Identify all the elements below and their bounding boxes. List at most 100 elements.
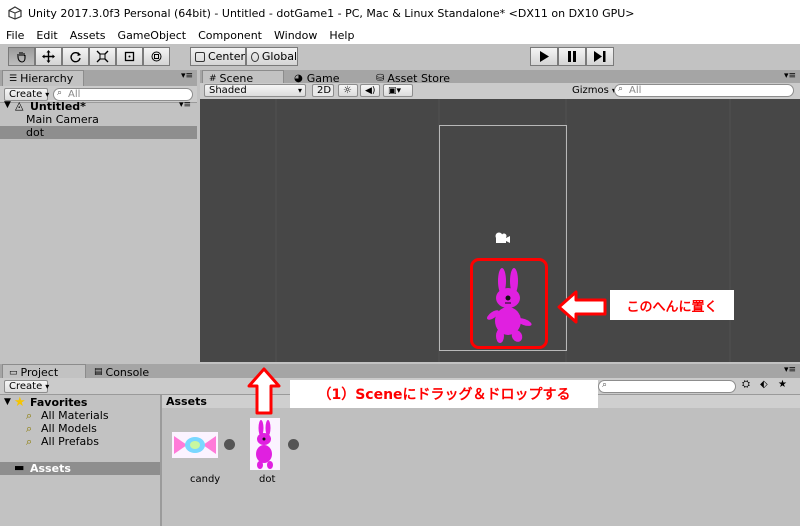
rect-tool-icon bbox=[124, 51, 135, 62]
project-search-input[interactable]: ⌕ bbox=[598, 380, 736, 393]
asset-candy-label[interactable]: candy bbox=[190, 474, 220, 485]
scene-lighting-button[interactable]: ☼ bbox=[338, 84, 358, 97]
sun-icon: ☼ bbox=[343, 85, 352, 96]
scene-view[interactable] bbox=[200, 99, 800, 362]
assets-folder-label: Assets bbox=[30, 462, 71, 475]
gizmos-label: Gizmos bbox=[572, 85, 609, 96]
mode-2d-label: 2D bbox=[317, 85, 332, 96]
menu-gameobject[interactable]: GameObject bbox=[118, 29, 187, 42]
rect-tool-button[interactable] bbox=[116, 47, 143, 66]
left-arrow-annotation-icon bbox=[557, 290, 607, 324]
rotate-tool-button[interactable] bbox=[62, 47, 89, 66]
asset-candy-thumbnail[interactable] bbox=[172, 432, 218, 458]
scene-menu-icon[interactable]: ▾≡ bbox=[179, 100, 191, 110]
hierarchy-tab-label: Hierarchy bbox=[20, 72, 74, 85]
unity-scene-icon: ◬ bbox=[15, 99, 24, 112]
up-arrow-annotation-icon bbox=[247, 367, 281, 415]
filter-type-icon[interactable]: ⛭ bbox=[742, 379, 750, 390]
expand-asset-icon[interactable] bbox=[288, 439, 299, 450]
console-icon: ▤ bbox=[94, 367, 103, 377]
tab-hierarchy[interactable]: ☰ Hierarchy bbox=[2, 70, 84, 86]
assets-header: Assets bbox=[166, 395, 207, 408]
rotate-icon bbox=[70, 52, 81, 63]
menu-window[interactable]: Window bbox=[274, 29, 317, 42]
game-tab-icon: ◕ bbox=[294, 72, 303, 84]
scene-root-row[interactable]: ▼ ◬ Untitled* ▾≡ bbox=[0, 99, 197, 113]
menu-edit[interactable]: Edit bbox=[36, 29, 57, 42]
scene-tab-icon: # bbox=[209, 73, 217, 84]
scene-panel-menu-icon[interactable]: ▾≡ bbox=[784, 71, 796, 81]
center-icon bbox=[195, 51, 205, 62]
gizmos-dropdown[interactable]: Gizmos▾ bbox=[568, 84, 616, 97]
search-filter-icon: ⌕ bbox=[26, 435, 33, 448]
hand-icon bbox=[17, 52, 26, 63]
scale-icon bbox=[96, 50, 109, 63]
step-button[interactable] bbox=[586, 47, 614, 66]
favorites-star-icon: ★ bbox=[14, 395, 26, 410]
project-create-dropdown[interactable]: Create ▾ bbox=[4, 380, 50, 393]
console-tab-label: Console bbox=[105, 365, 150, 379]
pause-icon bbox=[568, 51, 576, 62]
image-icon: ▣▾ bbox=[388, 85, 402, 96]
shading-label: Shaded bbox=[209, 85, 247, 96]
play-button[interactable] bbox=[530, 47, 558, 66]
main-toolbar: Center Global bbox=[0, 44, 800, 70]
hierarchy-item-dot: dot bbox=[26, 126, 45, 139]
move-tool-button[interactable] bbox=[35, 47, 62, 66]
favorite-all-materials[interactable]: All Materials bbox=[41, 409, 109, 422]
center-label: Center bbox=[207, 50, 245, 63]
expand-arrow-icon[interactable]: ▼ bbox=[4, 397, 11, 407]
filter-label-icon[interactable]: ⬖ bbox=[760, 379, 768, 390]
assets-folder-row[interactable]: ▬ Assets bbox=[0, 461, 160, 475]
scale-tool-button[interactable] bbox=[89, 47, 116, 66]
scene-name: Untitled* bbox=[30, 100, 86, 113]
pivot-center-button[interactable]: Center bbox=[190, 47, 246, 66]
window-title: Unity 2017.3.0f3 Personal (64bit) - Unti… bbox=[28, 6, 635, 20]
dropdown-arrow-icon: ▾ bbox=[45, 382, 50, 391]
scene-subbar: Shaded ▾ 2D ☼ ◀) ▣▾ Gizmos▾ ⌕ All bbox=[200, 83, 800, 100]
hierarchy-item-main-camera[interactable]: Main Camera bbox=[26, 113, 99, 126]
asset-store-icon: ⛁ bbox=[376, 72, 385, 84]
hierarchy-panel: ☰ Hierarchy ▾≡ Create ▾ ⌕ All ▼ ◬ Untitle… bbox=[0, 70, 197, 362]
global-space-button[interactable]: Global bbox=[246, 47, 298, 66]
project-panel-menu-icon[interactable]: ▾≡ bbox=[784, 365, 796, 375]
menu-assets[interactable]: Assets bbox=[70, 29, 106, 42]
global-label: Global bbox=[261, 50, 297, 63]
search-filter-icon: ⌕ bbox=[26, 422, 33, 435]
scene-search-input[interactable]: ⌕ All bbox=[614, 84, 794, 97]
asset-dot-thumbnail[interactable] bbox=[250, 418, 280, 470]
scene-audio-button[interactable]: ◀) bbox=[360, 84, 380, 97]
unity-logo-icon bbox=[8, 6, 22, 20]
menu-component[interactable]: Component bbox=[198, 29, 262, 42]
pause-button[interactable] bbox=[558, 47, 586, 66]
project-tree: ▼ ★ Favorites ⌕ All Materials ⌕ All Mode… bbox=[0, 395, 160, 526]
hierarchy-item-dot-row[interactable]: dot bbox=[0, 126, 197, 139]
folder-icon: ▬ bbox=[14, 461, 25, 474]
mode-2d-button[interactable]: 2D bbox=[312, 84, 334, 97]
favorite-all-prefabs[interactable]: All Prefabs bbox=[41, 435, 99, 448]
menu-file[interactable]: File bbox=[6, 29, 24, 42]
scene-search-placeholder: All bbox=[629, 85, 642, 96]
shading-mode-dropdown[interactable]: Shaded ▾ bbox=[204, 84, 306, 97]
panel-menu-icon[interactable]: ▾≡ bbox=[181, 71, 193, 81]
asset-dot-label[interactable]: dot bbox=[259, 474, 275, 485]
rabbit-sprite-icon bbox=[256, 420, 273, 469]
hierarchy-list-icon: ☰ bbox=[9, 73, 18, 84]
speaker-icon: ◀) bbox=[365, 85, 376, 96]
camera-gizmo-icon[interactable] bbox=[493, 231, 511, 245]
placement-highlight bbox=[470, 258, 548, 349]
hand-tool-button[interactable] bbox=[8, 47, 35, 66]
favorite-star-icon[interactable]: ★ bbox=[778, 379, 787, 390]
search-icon: ⌕ bbox=[618, 84, 624, 94]
scene-effects-dropdown[interactable]: ▣▾ bbox=[383, 84, 413, 97]
place-here-callout: このへんに置く bbox=[610, 290, 734, 320]
expand-arrow-icon[interactable]: ▼ bbox=[4, 100, 11, 110]
globe-icon bbox=[251, 51, 259, 62]
menu-help[interactable]: Help bbox=[329, 29, 354, 42]
scene-panel-header: # Scene ◕ Game ⛁ Asset Store ▾≡ Shaded ▾ … bbox=[200, 70, 800, 100]
transform-tool-button[interactable] bbox=[143, 47, 170, 66]
menu-bar: File Edit Assets GameObject Component Wi… bbox=[0, 26, 800, 44]
create-label: Create bbox=[9, 381, 43, 392]
expand-asset-icon[interactable] bbox=[224, 439, 235, 450]
favorite-all-models[interactable]: All Models bbox=[41, 422, 97, 435]
